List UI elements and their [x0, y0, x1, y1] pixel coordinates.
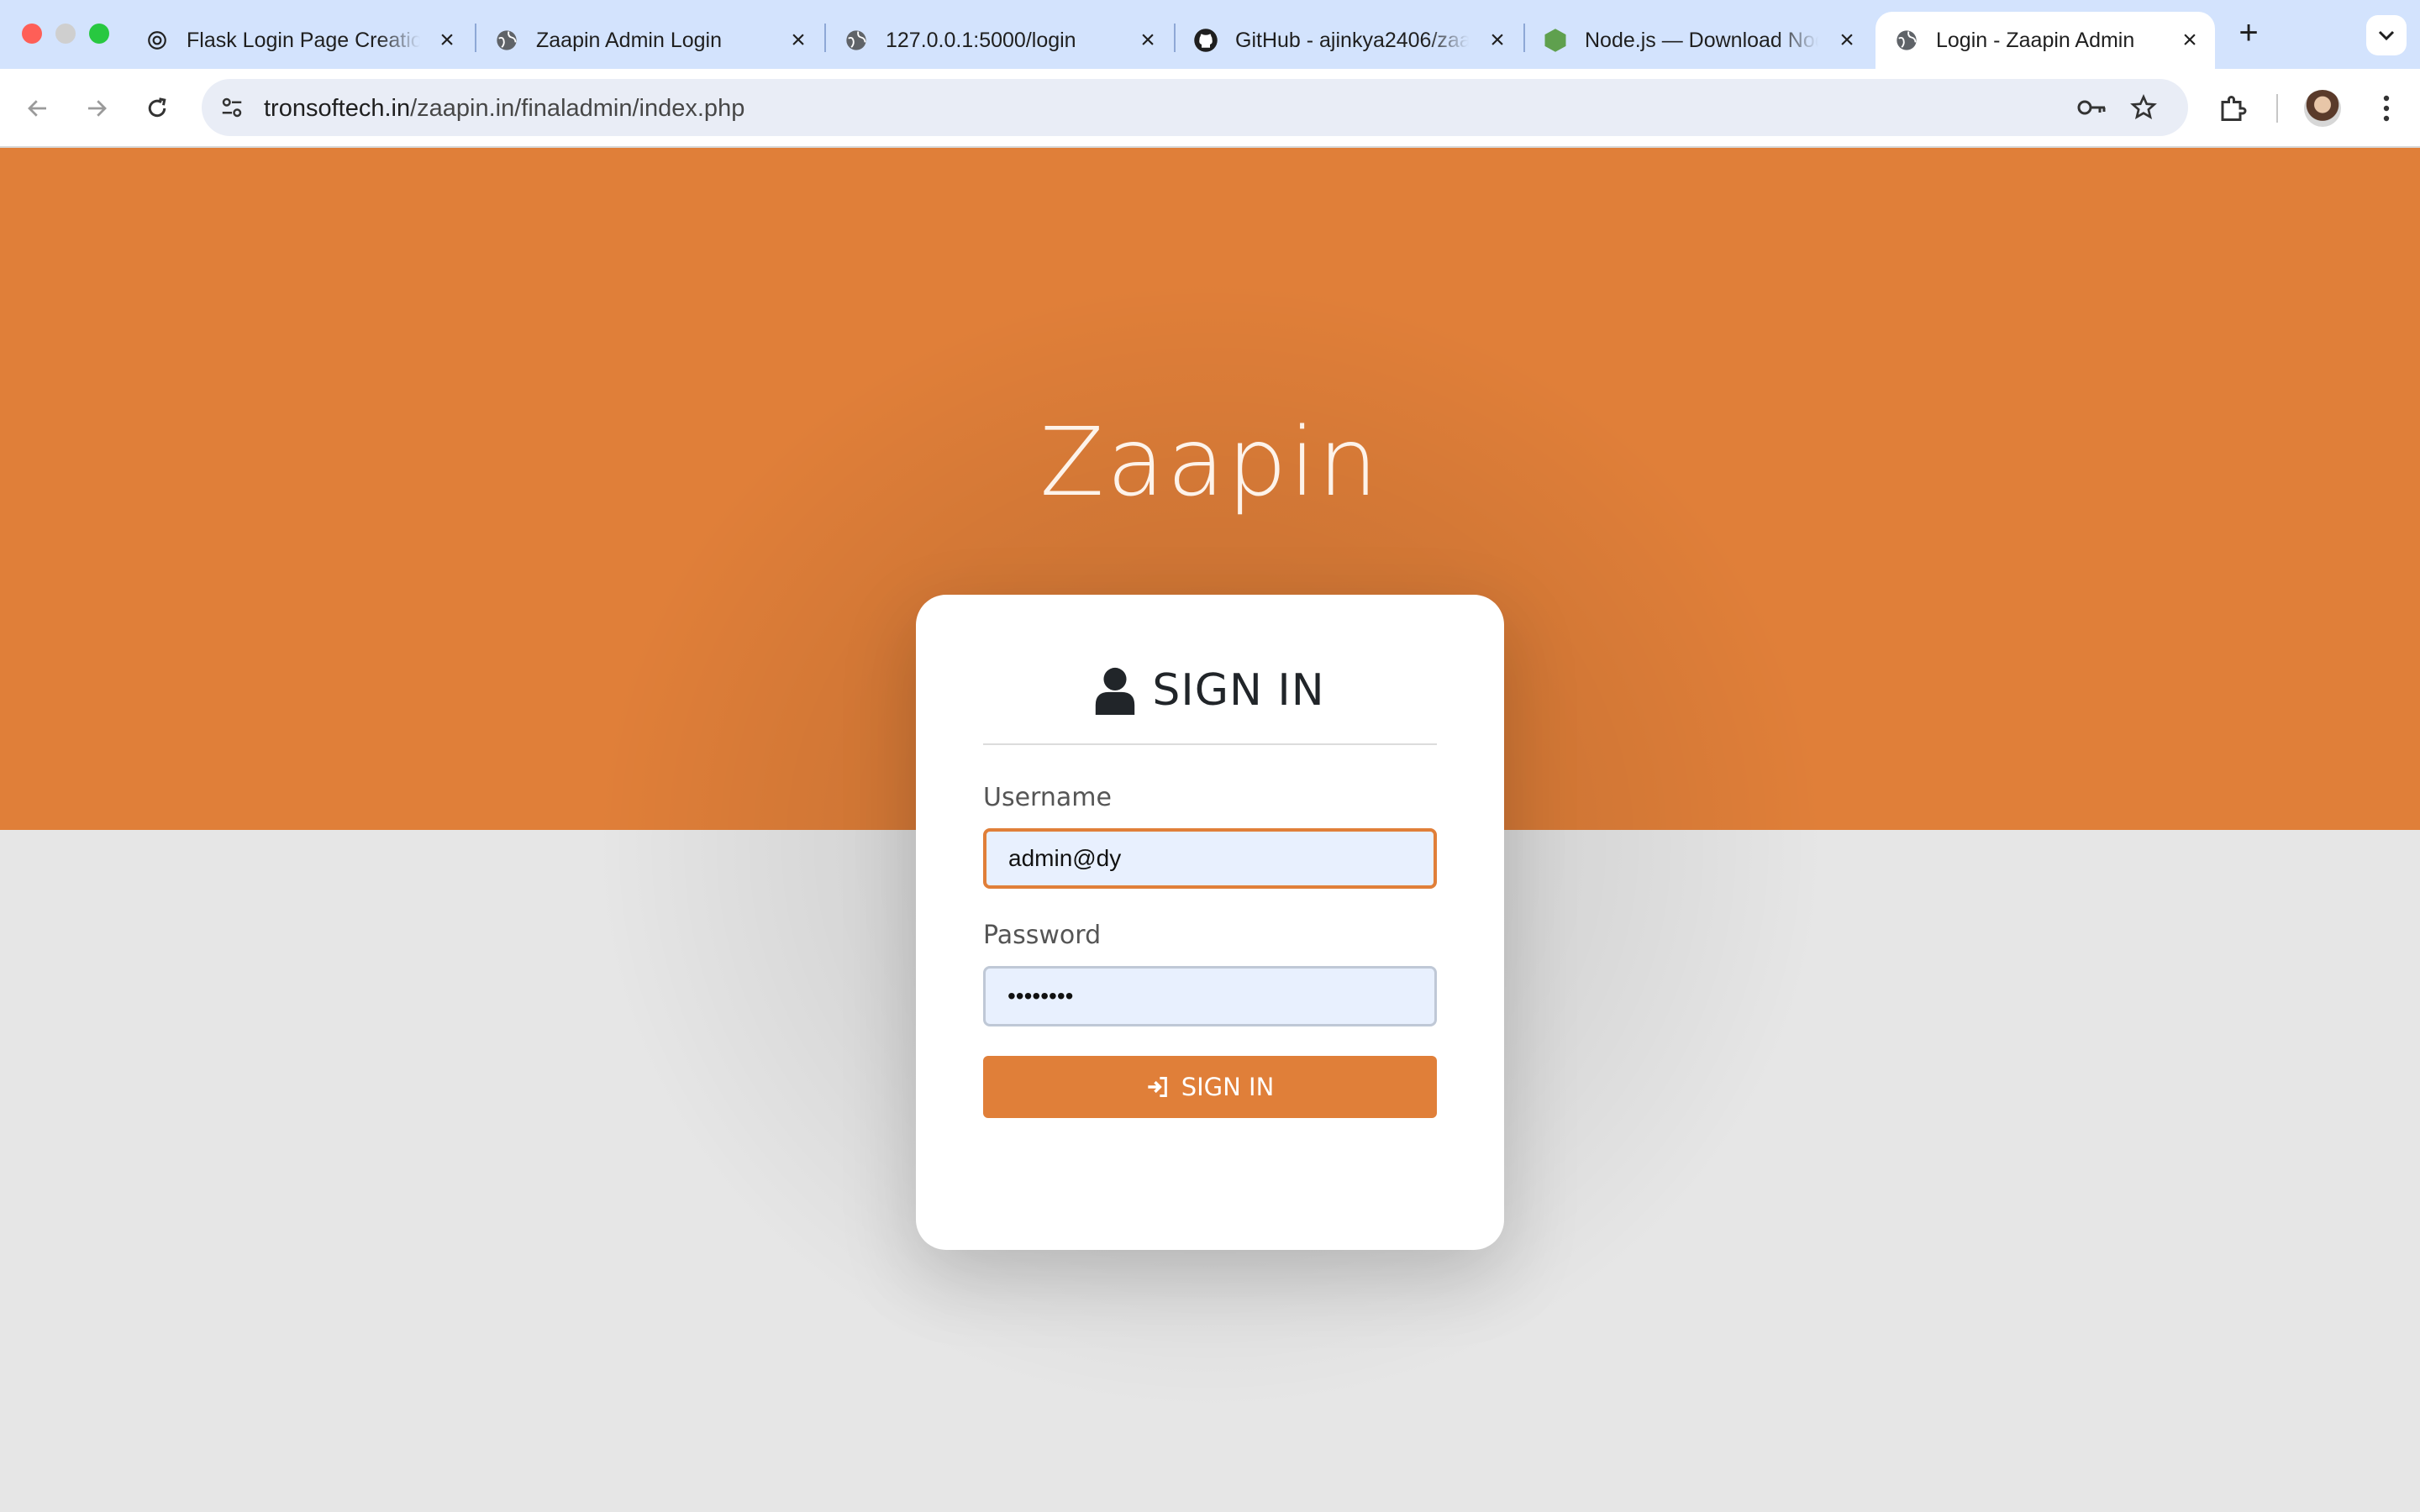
bookmark-star-icon[interactable]: [2128, 92, 2160, 123]
tab-localhost-login[interactable]: 127.0.0.1:5000/login ×: [825, 12, 1173, 69]
back-arrow-icon: [28, 100, 46, 117]
chevron-down-icon: [2378, 30, 2395, 41]
password-key-icon[interactable]: [2075, 92, 2109, 123]
tab-search-button[interactable]: [2366, 15, 2407, 55]
sign-in-button[interactable]: SIGN IN: [983, 1056, 1437, 1118]
reload-button[interactable]: [136, 87, 178, 129]
card-title: SIGN IN: [1152, 665, 1325, 716]
username-input[interactable]: admin@dy: [983, 828, 1437, 889]
tab-login-zaapin-admin[interactable]: Login - Zaapin Admin ×: [1876, 12, 2215, 69]
user-icon: [1096, 667, 1135, 715]
new-tab-button[interactable]: +: [2232, 16, 2265, 50]
forward-button[interactable]: [76, 87, 118, 129]
openai-icon: [145, 28, 170, 53]
tab-title: GitHub - ajinkya2406/zaapin: [1235, 28, 1469, 52]
close-icon[interactable]: ×: [1833, 26, 1860, 54]
tab-github[interactable]: GitHub - ajinkya2406/zaapin ×: [1175, 12, 1523, 69]
globe-icon: [494, 28, 519, 53]
close-icon[interactable]: ×: [434, 26, 460, 54]
globe-icon: [844, 28, 869, 53]
tab-title: Node.js — Download Node.js: [1585, 28, 1818, 52]
tab-nodejs[interactable]: Node.js — Download Node.js ×: [1524, 12, 1872, 69]
close-icon[interactable]: ×: [1134, 26, 1161, 54]
username-label: Username: [983, 783, 1112, 812]
window-maximize-button[interactable]: [89, 24, 109, 44]
tab-title: Login - Zaapin Admin: [1936, 28, 2135, 52]
address-bar[interactable]: tronsoftech.in/zaapin.in/finaladmin/inde…: [202, 79, 2188, 136]
sign-in-icon: [1148, 1076, 1167, 1098]
tab-title: Zaapin Admin Login: [536, 28, 722, 52]
tab-strip: Flask Login Page Creation × Zaapin Admin…: [0, 0, 2420, 69]
url-domain: tronsoftech.in: [264, 95, 411, 122]
globe-icon: [1894, 28, 1919, 53]
tab-zaapin-admin-login[interactable]: Zaapin Admin Login ×: [476, 12, 823, 69]
url-text[interactable]: tronsoftech.in/zaapin.in/finaladmin/inde…: [264, 95, 744, 123]
extensions-icon[interactable]: [2215, 91, 2250, 126]
sign-in-button-label: SIGN IN: [1181, 1073, 1275, 1101]
toolbar-separator: [2276, 94, 2278, 123]
close-icon[interactable]: ×: [785, 26, 812, 54]
url-path: /zaapin.in/finaladmin/index.php: [410, 95, 745, 122]
card-divider: [983, 743, 1437, 745]
window-close-button[interactable]: [22, 24, 42, 44]
browser-toolbar: tronsoftech.in/zaapin.in/finaladmin/inde…: [0, 69, 2420, 148]
profile-avatar[interactable]: [2304, 90, 2341, 127]
forward-arrow-icon: [88, 100, 107, 117]
password-input[interactable]: ••••••••: [983, 966, 1437, 1026]
password-label: Password: [983, 921, 1102, 950]
tab-title: 127.0.0.1:5000/login: [886, 28, 1076, 52]
close-icon[interactable]: ×: [1484, 26, 1511, 54]
window-minimize-button[interactable]: [55, 24, 76, 44]
page-viewport: Zaapin SIGN IN Username admin@dy Passwor…: [0, 148, 2420, 1512]
reload-icon: [148, 97, 166, 118]
nodejs-icon: [1543, 28, 1568, 53]
kebab-menu-icon[interactable]: [2370, 89, 2403, 128]
tab-title: Flask Login Page Creation: [187, 28, 420, 52]
back-button[interactable]: [17, 87, 59, 129]
close-icon[interactable]: ×: [2176, 26, 2203, 54]
brand-title: Zaapin: [1039, 408, 1381, 517]
card-header: SIGN IN: [916, 665, 1504, 716]
site-info-icon[interactable]: [217, 92, 247, 123]
tab-flask-login[interactable]: Flask Login Page Creation ×: [126, 12, 472, 69]
github-icon: [1193, 28, 1218, 53]
